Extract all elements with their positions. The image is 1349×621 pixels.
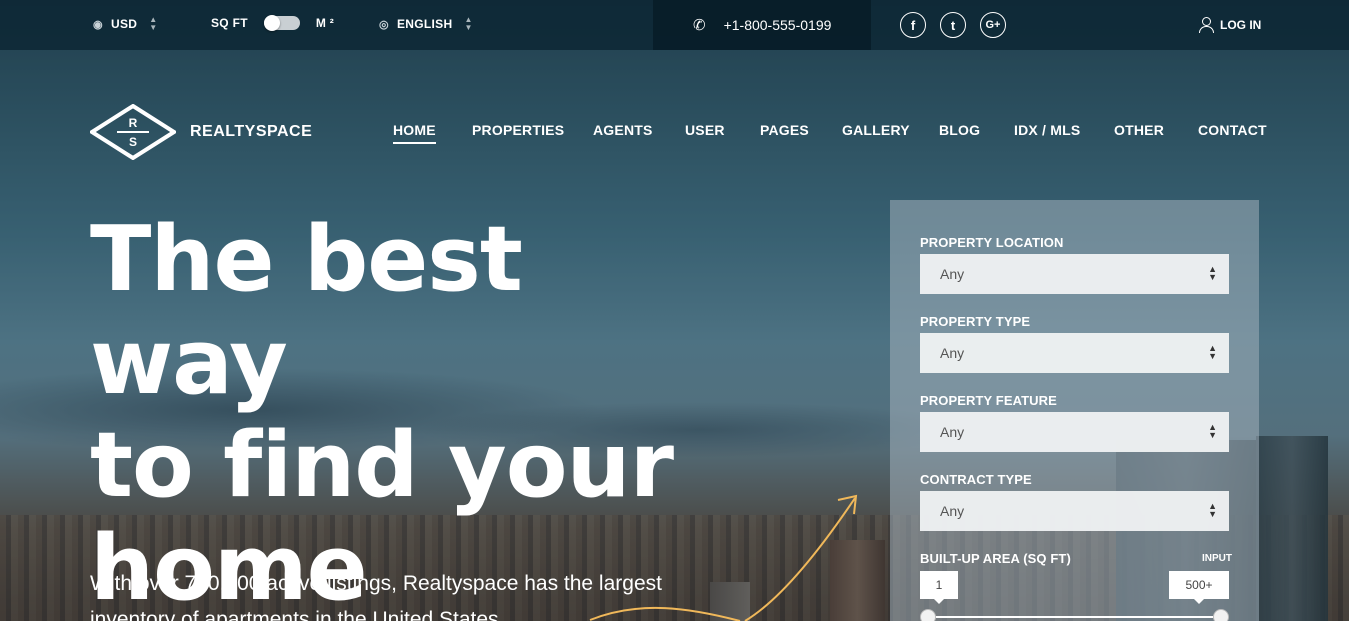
main-nav: HOME PROPERTIES AGENTS USER PAGES GALLER… [0, 122, 1349, 146]
nav-properties[interactable]: PROPERTIES [472, 122, 564, 138]
headline-line: The best way [90, 207, 523, 415]
type-value: Any [940, 345, 965, 361]
nav-agents[interactable]: AGENTS [593, 122, 653, 138]
phone-contact[interactable]: ✆ +1-800-555-0199 [653, 0, 871, 50]
select-arrows-icon: ▲ ▼ [1208, 264, 1217, 282]
unit-left-label: SQ FT [211, 16, 248, 30]
input-toggle-link[interactable]: INPUT [1202, 553, 1232, 564]
feature-value: Any [940, 424, 965, 440]
login-link[interactable]: LOG IN [1198, 17, 1261, 33]
contract-label: CONTRACT TYPE [920, 472, 1032, 487]
phone-icon: ✆ [693, 17, 706, 34]
top-bar: ◉ USD ▲ ▼ SQ FT M ² ◎ ENGLISH ▲ ▼ ✆ +1-800… [0, 0, 1349, 50]
unit-right-label: M ² [315, 16, 335, 30]
feature-select[interactable]: Any ▲ ▼ [920, 412, 1229, 452]
coins-icon: ◉ [93, 18, 103, 31]
language-value: ENGLISH [397, 17, 453, 31]
nav-contact[interactable]: CONTACT [1198, 122, 1267, 138]
type-label: PROPERTY TYPE [920, 314, 1031, 329]
area-slider-track[interactable] [928, 616, 1221, 618]
area-label: BUILT-UP AREA (SQ FT) [920, 551, 1071, 566]
google-plus-icon[interactable]: G+ [980, 12, 1006, 38]
contract-value: Any [940, 503, 965, 519]
login-label: LOG IN [1220, 18, 1262, 32]
phone-number: +1-800-555-0199 [723, 17, 832, 33]
toggle-knob [263, 15, 280, 31]
nav-blog[interactable]: BLOG [939, 122, 980, 138]
facebook-icon[interactable]: f [900, 12, 926, 38]
location-label: PROPERTY LOCATION [920, 235, 1064, 250]
select-arrows-icon: ▲ ▼ [1208, 422, 1217, 440]
currency-value: USD [111, 17, 138, 31]
area-max-value[interactable]: 500+ [1169, 571, 1229, 604]
sort-arrows-icon: ▲ ▼ [149, 15, 158, 32]
sort-arrows-icon: ▲ ▼ [464, 15, 473, 32]
area-slider-max-handle[interactable] [1213, 609, 1229, 621]
user-icon [1198, 17, 1214, 33]
nav-user[interactable]: USER [685, 122, 725, 138]
location-select[interactable]: Any ▲ ▼ [920, 254, 1229, 294]
select-arrows-icon: ▲ ▼ [1208, 343, 1217, 361]
globe-icon: ◎ [379, 18, 389, 31]
area-slider-min-handle[interactable] [920, 609, 936, 621]
nav-gallery[interactable]: GALLERY [842, 122, 910, 138]
nav-idx-mls[interactable]: IDX / MLS [1014, 122, 1080, 138]
select-arrows-icon: ▲ ▼ [1208, 501, 1217, 519]
language-selector[interactable]: ◎ ENGLISH ▲ ▼ [377, 16, 473, 32]
feature-label: PROPERTY FEATURE [920, 393, 1057, 408]
unit-switch: SQ FT M ² [211, 15, 335, 31]
twitter-icon[interactable]: t [940, 12, 966, 38]
decorative-arrow-icon [589, 494, 858, 621]
nav-pages[interactable]: PAGES [760, 122, 809, 138]
area-min-value[interactable]: 1 [920, 571, 958, 604]
contract-select[interactable]: Any ▲ ▼ [920, 491, 1229, 531]
type-select[interactable]: Any ▲ ▼ [920, 333, 1229, 373]
nav-home[interactable]: HOME [393, 122, 436, 144]
property-search-panel: PROPERTY LOCATION Any ▲ ▼ PROPERTY TYPE A… [890, 200, 1259, 621]
unit-toggle[interactable] [263, 15, 300, 31]
currency-selector[interactable]: ◉ USD ▲ ▼ [91, 16, 157, 32]
location-value: Any [940, 266, 965, 282]
nav-other[interactable]: OTHER [1114, 122, 1164, 138]
